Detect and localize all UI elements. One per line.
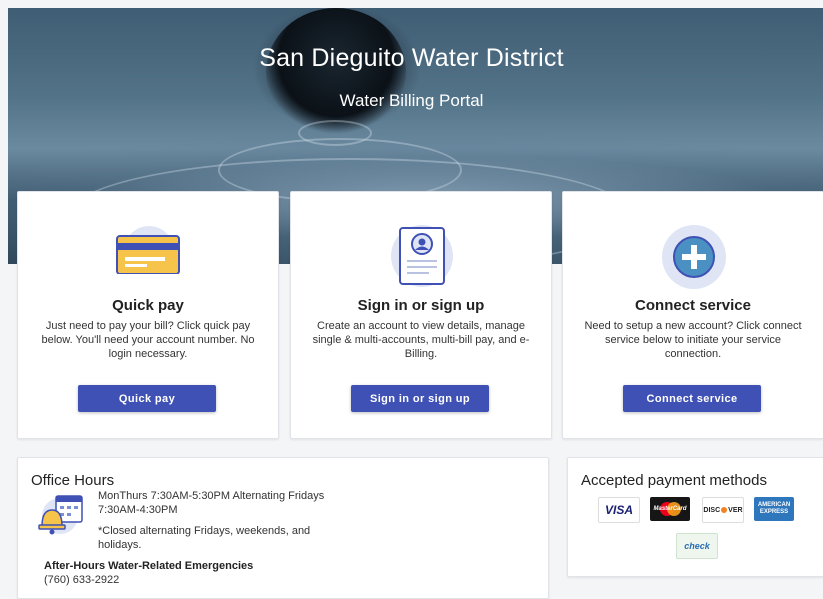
echeck-logo: check — [676, 533, 718, 559]
emergency-phone: (760) 633-2922 — [44, 574, 120, 586]
sign-in-card: Sign in or sign up Create an account to … — [290, 191, 552, 439]
emergency-label: After-Hours Water-Related Emergencies — [44, 560, 254, 572]
page-subtitle: Water Billing Portal — [339, 91, 484, 110]
card-description: Create an account to view details, manag… — [312, 320, 530, 360]
payment-methods-card: Accepted payment methods VISA MasterCard… — [567, 457, 823, 577]
mastercard-label: MasterCard — [653, 506, 687, 512]
discover-label-a: DISC — [703, 506, 721, 514]
mastercard-logo: MasterCard — [650, 497, 690, 521]
card-title: Quick pay — [112, 297, 184, 314]
connect-service-button[interactable]: Connect service — [623, 385, 761, 412]
plus-icon — [661, 224, 727, 295]
credit-card-icon — [115, 224, 183, 279]
card-title: Sign in or sign up — [357, 297, 485, 314]
discover-label-b: VER — [728, 506, 743, 514]
quick-pay-card: Quick pay Just need to pay your bill? Cl… — [17, 191, 279, 439]
bell-calendar-icon — [36, 494, 84, 541]
office-hours-text: MonThurs 7:30AM-5:30PM Alternating Frida… — [98, 490, 325, 516]
user-document-icon — [388, 222, 456, 293]
visa-logo: VISA — [598, 497, 640, 523]
connect-service-card: Connect service Need to setup a new acco… — [562, 191, 823, 439]
card-description: Need to setup a new account? Click conne… — [584, 320, 802, 360]
page-title: San Dieguito Water District — [259, 44, 564, 72]
office-hours-card: Office Hours MonThurs 7:30AM-5:30PM Alte… — [17, 457, 549, 599]
office-hours-title: Office Hours — [31, 472, 115, 489]
payment-methods-title: Accepted payment methods — [581, 472, 767, 489]
closure-note: *Closed alternating Fridays, weekends, a… — [98, 525, 311, 551]
amex-logo: AMERICAN EXPRESS — [754, 497, 794, 521]
sign-in-button[interactable]: Sign in or sign up — [351, 385, 489, 412]
discover-logo: DISC VER — [702, 497, 744, 523]
card-description: Just need to pay your bill? Click quick … — [41, 320, 255, 360]
card-title: Connect service — [635, 297, 751, 314]
quick-pay-button[interactable]: Quick pay — [78, 385, 216, 412]
